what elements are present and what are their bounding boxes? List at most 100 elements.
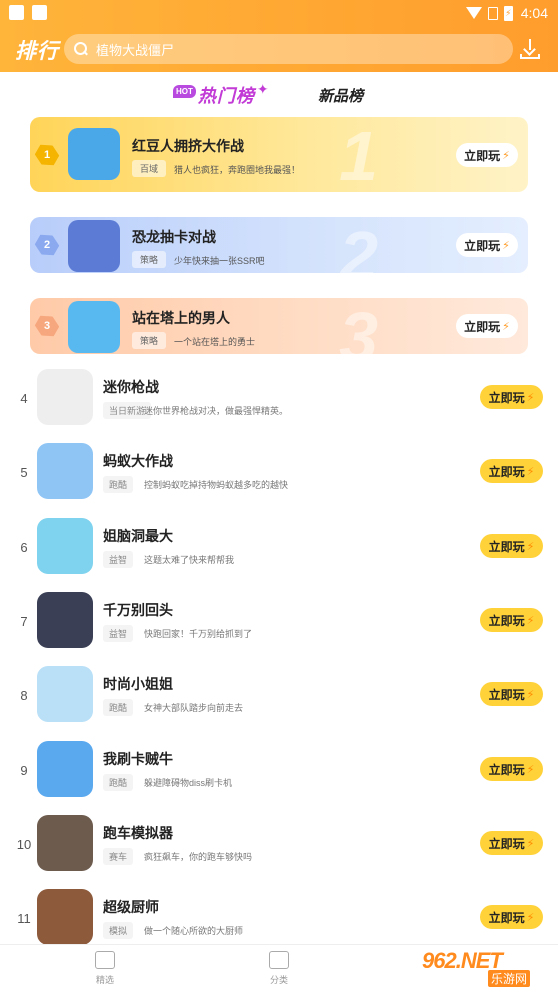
rank-number: 5 bbox=[20, 465, 28, 480]
game-desc: 控制蚂蚁吃掉持物蚂蚁越多吃的越快 bbox=[144, 480, 289, 490]
game-desc: 这题太难了快来帮帮我 bbox=[144, 555, 235, 565]
tab-hot[interactable]: HOT 热门榜 ✦ bbox=[173, 80, 269, 108]
bolt-icon: ⚡ bbox=[526, 837, 535, 850]
game-icon[interactable] bbox=[37, 592, 93, 648]
game-name: 站在塔上的男人 bbox=[132, 310, 230, 326]
bolt-icon: ⚡ bbox=[526, 540, 535, 553]
rank-number: 11 bbox=[17, 911, 31, 926]
game-tag: 策略 bbox=[132, 332, 167, 349]
notification-icon bbox=[9, 5, 24, 20]
nav-item-category[interactable]: 分类 bbox=[249, 951, 309, 986]
game-desc: 快跑回家！千万别给抓到了 bbox=[144, 629, 253, 639]
game-desc: 做一个随心所欲的大厨师 bbox=[144, 926, 244, 936]
game-icon[interactable] bbox=[68, 128, 120, 180]
bolt-icon: ⚡ bbox=[502, 149, 510, 162]
play-button[interactable]: 立即玩 ⚡ bbox=[480, 757, 543, 781]
play-button[interactable]: 立即玩 ⚡ bbox=[480, 385, 543, 409]
play-button[interactable]: 立即玩 ⚡ bbox=[480, 905, 543, 929]
game-name: 蚂蚁大作战 bbox=[103, 453, 173, 469]
tab-hot-label: 热门榜 bbox=[197, 86, 255, 106]
watermark-text: 962.NET bbox=[422, 948, 503, 973]
game-desc: 躲避障碍物diss刷卡机 bbox=[144, 778, 233, 788]
game-icon[interactable] bbox=[37, 443, 93, 499]
list-item[interactable]: 7 千万别回头 益智 快跑回家！千万别给抓到了 立即玩 ⚡ bbox=[0, 585, 558, 659]
game-icon[interactable] bbox=[37, 815, 93, 871]
rank-number: 7 bbox=[20, 614, 28, 629]
game-tag: 策略 bbox=[132, 251, 167, 268]
rank-number: 10 bbox=[16, 837, 32, 852]
play-button[interactable]: 立即玩 ⚡ bbox=[456, 314, 518, 338]
list-item[interactable]: 8 时尚小姐姐 跑酷 女神大部队踏步向前走去 立即玩 ⚡ bbox=[0, 659, 558, 733]
game-icon[interactable] bbox=[37, 666, 93, 722]
top-card[interactable]: 2 2 恐龙抽卡对战 策略 少年快来抽一张SSR吧 立即玩 ⚡ bbox=[30, 217, 528, 273]
folder-icon bbox=[269, 951, 289, 969]
tab-new[interactable]: 新品榜 bbox=[318, 85, 363, 106]
play-button[interactable]: 立即玩 ⚡ bbox=[480, 831, 543, 855]
game-name: 我刷卡贼牛 bbox=[103, 751, 173, 767]
game-icon[interactable] bbox=[37, 518, 93, 574]
bolt-icon: ⚡ bbox=[526, 465, 535, 478]
search-input[interactable]: 植物大战僵尸 bbox=[64, 34, 513, 64]
game-name: 姐脑洞最大 bbox=[103, 528, 173, 544]
game-icon[interactable] bbox=[68, 220, 120, 272]
play-button[interactable]: 立即玩 ⚡ bbox=[480, 534, 543, 558]
top-card[interactable]: 3 3 站在塔上的男人 策略 一个站在塔上的勇士 立即玩 ⚡ bbox=[30, 298, 528, 354]
game-tag: 赛车 bbox=[103, 848, 134, 865]
top-bar: 排行 植物大战僵尸 bbox=[0, 31, 558, 67]
big-rank-number: 2 bbox=[339, 217, 378, 273]
sim-icon bbox=[487, 6, 498, 20]
game-name: 超级厨师 bbox=[103, 899, 159, 915]
list-item[interactable]: 5 蚂蚁大作战 跑酷 控制蚂蚁吃掉持物蚂蚁越多吃的越快 立即玩 ⚡ bbox=[0, 436, 558, 510]
list-item[interactable]: 4 迷你枪战 当日新游 迷你世界枪战对决，做最强悍精英。 立即玩 ⚡ bbox=[0, 362, 558, 436]
sparkle-icon: ✦ bbox=[256, 80, 269, 97]
game-tag: 跑酷 bbox=[103, 699, 134, 716]
game-name: 跑车模拟器 bbox=[103, 825, 173, 841]
download-icon[interactable] bbox=[520, 39, 540, 59]
game-name: 恐龙抽卡对战 bbox=[132, 229, 216, 245]
game-icon[interactable] bbox=[37, 889, 93, 945]
page-title: 排行 bbox=[15, 40, 59, 63]
bolt-icon: ⚡ bbox=[526, 614, 535, 627]
notification-icon bbox=[32, 5, 47, 20]
rank-number: 6 bbox=[20, 540, 28, 555]
app-header: ⚡ 4:04 排行 植物大战僵尸 bbox=[0, 0, 558, 72]
game-name: 时尚小姐姐 bbox=[103, 676, 173, 692]
nav-label: 精选 bbox=[95, 975, 114, 985]
status-time: 4:04 bbox=[520, 5, 548, 21]
search-icon bbox=[74, 42, 88, 56]
bolt-icon: ⚡ bbox=[526, 911, 535, 924]
list-item[interactable]: 9 我刷卡贼牛 跑酷 躲避障碍物diss刷卡机 立即玩 ⚡ bbox=[0, 734, 558, 808]
game-tag: 模拟 bbox=[103, 922, 134, 939]
top-card[interactable]: 1 1 红豆人拥挤大作战 百域 猎人也疯狂，奔跑圈地我最强！ 立即玩 ⚡ bbox=[30, 117, 528, 192]
bolt-icon: ⚡ bbox=[502, 239, 510, 252]
play-button[interactable]: 立即玩 ⚡ bbox=[480, 682, 543, 706]
play-button[interactable]: 立即玩 ⚡ bbox=[456, 233, 518, 257]
game-desc: 疯狂飙车，你的跑车够快吗 bbox=[144, 852, 253, 862]
battery-icon: ⚡ bbox=[503, 5, 513, 21]
list-item[interactable]: 10 跑车模拟器 赛车 疯狂飙车，你的跑车够快吗 立即玩 ⚡ bbox=[0, 808, 558, 882]
game-tag: 跑酷 bbox=[103, 774, 134, 791]
status-bar: ⚡ 4:04 bbox=[0, 0, 558, 26]
game-icon[interactable] bbox=[37, 369, 93, 425]
gamepad-icon bbox=[95, 951, 115, 969]
game-icon[interactable] bbox=[37, 741, 93, 797]
bolt-icon: ⚡ bbox=[526, 763, 535, 776]
game-desc: 少年快来抽一张SSR吧 bbox=[174, 256, 265, 266]
play-button[interactable]: 立即玩 ⚡ bbox=[456, 143, 518, 167]
list-item[interactable]: 6 姐脑洞最大 益智 这题太难了快来帮帮我 立即玩 ⚡ bbox=[0, 511, 558, 585]
ranking-tabs: HOT 热门榜 ✦ 新品榜 bbox=[0, 78, 558, 112]
wifi-icon bbox=[465, 7, 482, 19]
nav-label: 分类 bbox=[269, 975, 288, 985]
nav-item-featured[interactable]: 精选 bbox=[75, 951, 135, 986]
game-desc: 迷你世界枪战对决，做最强悍精英。 bbox=[144, 406, 289, 416]
game-tag: 跑酷 bbox=[103, 476, 134, 493]
game-name: 红豆人拥挤大作战 bbox=[132, 138, 244, 154]
rank-medal-icon: 1 bbox=[32, 139, 62, 169]
game-desc: 猎人也疯狂，奔跑圈地我最强！ bbox=[174, 165, 301, 175]
play-button[interactable]: 立即玩 ⚡ bbox=[480, 459, 543, 483]
game-icon[interactable] bbox=[68, 301, 120, 353]
game-name: 千万别回头 bbox=[103, 602, 173, 618]
play-button[interactable]: 立即玩 ⚡ bbox=[480, 608, 543, 632]
rank-number: 8 bbox=[20, 688, 28, 703]
watermark-subtext: 乐游网 bbox=[488, 970, 531, 987]
